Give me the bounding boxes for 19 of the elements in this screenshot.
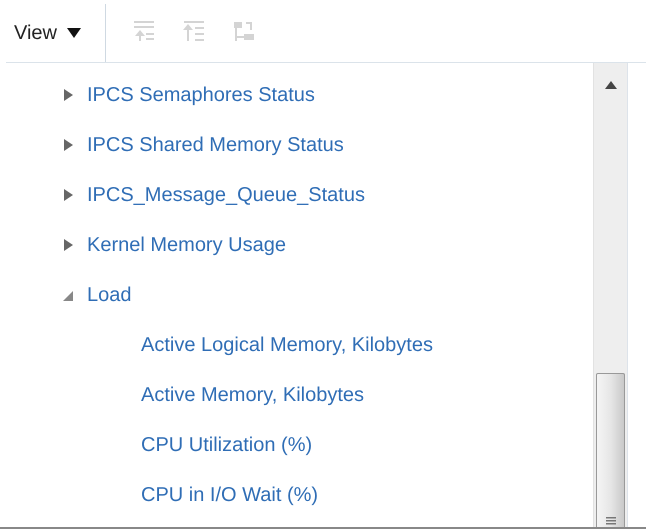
tree-item[interactable]: Load: [87, 284, 132, 306]
tree-item[interactable]: Active Logical Memory, Kilobytes: [141, 334, 433, 356]
collapsed-triangle-icon[interactable]: [62, 188, 74, 202]
tree-item[interactable]: Active Memory, Kilobytes: [141, 384, 364, 406]
view-menu-button[interactable]: View: [6, 4, 106, 62]
tree-item[interactable]: IPCS Shared Memory Status: [87, 134, 344, 156]
tree-item[interactable]: Kernel Memory Usage: [87, 234, 286, 256]
tree-item[interactable]: CPU Utilization (%): [141, 434, 312, 456]
scrollbar-thumb[interactable]: [596, 373, 625, 527]
tree-item[interactable]: IPCS_Message_Queue_Status: [87, 184, 365, 206]
collapsed-triangle-icon[interactable]: [62, 138, 74, 152]
collapsed-triangle-icon[interactable]: [62, 88, 74, 102]
scroll-up-arrow-icon[interactable]: [604, 81, 616, 89]
collapsed-triangle-icon[interactable]: [62, 238, 74, 252]
tree-item[interactable]: CPU in I/O Wait (%): [141, 484, 318, 506]
dropdown-caret-icon: [67, 28, 81, 38]
tree-item[interactable]: IPCS Semaphores Status: [87, 84, 315, 106]
grip-icon: [606, 517, 616, 525]
scrollbar[interactable]: [593, 63, 628, 527]
